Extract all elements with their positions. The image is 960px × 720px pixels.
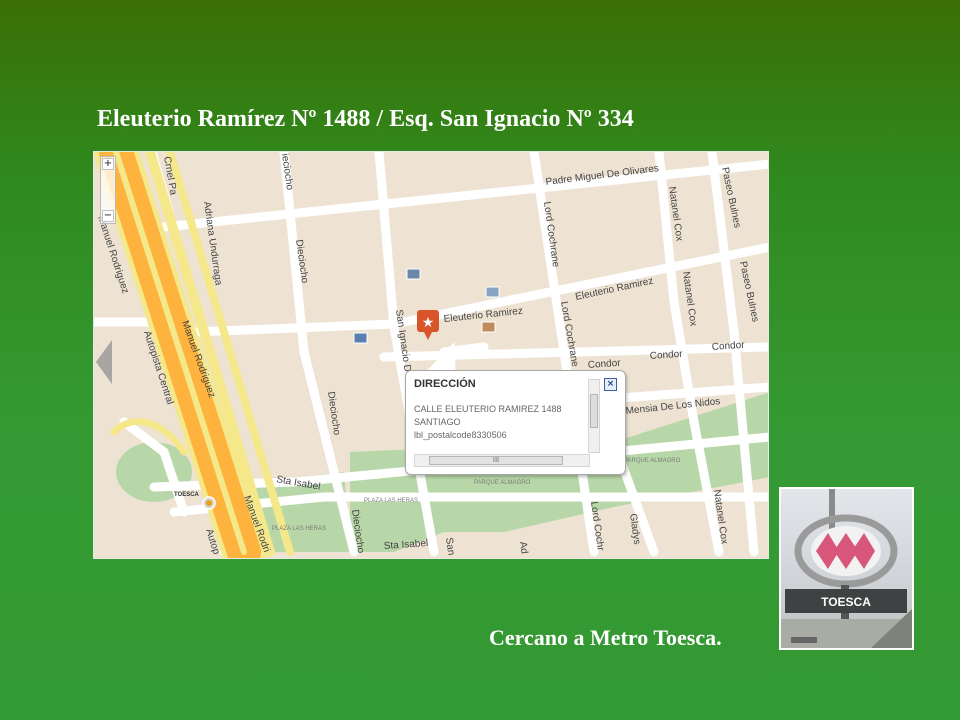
- map-canvas[interactable]: ★ Crnel Pa Manuel Rodriguez Adriana Undu…: [94, 152, 769, 559]
- photo-marker-3: [481, 321, 496, 333]
- label-sta-isabel-bottom: Sta Isabel: [383, 538, 428, 552]
- label-san-bottom: San: [443, 537, 456, 556]
- map-view[interactable]: ★ Crnel Pa Manuel Rodriguez Adriana Undu…: [93, 151, 769, 559]
- metro-toesca-photo: TOESCA: [779, 487, 914, 650]
- photo-marker-2: [485, 286, 500, 298]
- pan-left-arrow-icon[interactable]: [96, 340, 112, 384]
- label-condor-2: Condor: [649, 349, 683, 362]
- photo-marker-4: [353, 332, 368, 344]
- label-toesca-place: TOESCA: [174, 492, 200, 498]
- slide-title: Eleuterio Ramírez Nº 1488 / Esq. San Ign…: [97, 106, 634, 132]
- metro-station-label: TOESCA: [821, 595, 871, 609]
- label-natanel-cox-mid: Natanel Cox: [680, 271, 699, 327]
- label-plaza-las-heras: PLAZA LAS HERAS: [364, 498, 418, 504]
- info-window-address: CALLE ELEUTERIO RAMIREZ 1488: [414, 404, 562, 414]
- horizontal-scroll-thumb[interactable]: III: [429, 456, 563, 465]
- zoom-control[interactable]: + −: [100, 156, 116, 224]
- info-window-vertical-scrollbar[interactable]: [588, 379, 600, 453]
- label-dieciocho-top: ieciocho: [279, 153, 295, 191]
- metro-sign-drawing: TOESCA: [781, 489, 912, 648]
- svg-text:★: ★: [422, 315, 435, 331]
- label-paseo-bulnes-mid: Paseo Bulnes: [737, 260, 761, 323]
- info-window[interactable]: DIRECCIÓN CALLE ELEUTERIO RAMIREZ 1488 S…: [405, 370, 626, 475]
- metro-caption: Cercano a Metro Toesca.: [489, 625, 722, 650]
- label-plaza-las-heras-2: PLAZA LAS HERAS: [272, 526, 326, 532]
- zoom-out-button[interactable]: −: [102, 210, 114, 222]
- vertical-scroll-thumb[interactable]: [590, 394, 598, 428]
- location-pin-icon: ★: [417, 310, 439, 340]
- close-icon[interactable]: ×: [604, 378, 617, 391]
- label-ad: Ad: [517, 541, 530, 555]
- info-window-horizontal-scrollbar[interactable]: III: [414, 454, 590, 467]
- info-window-postal: lbl_postalcode8330506: [414, 430, 507, 440]
- photo-marker-1: [406, 268, 421, 280]
- zoom-in-button[interactable]: +: [102, 158, 114, 170]
- label-condor-1: Condor: [587, 358, 621, 371]
- metro-logo-icon: [816, 533, 875, 569]
- info-window-city: SANTIAGO: [414, 417, 461, 427]
- info-window-title: DIRECCIÓN: [414, 378, 476, 390]
- label-condor-3: Condor: [711, 340, 745, 353]
- label-parque-almagro: PARQUE ALMAGRO: [474, 480, 531, 486]
- metro-station-icon: [202, 496, 216, 510]
- label-parque-almagro-2: PARQUE ALMAGRO: [624, 458, 681, 464]
